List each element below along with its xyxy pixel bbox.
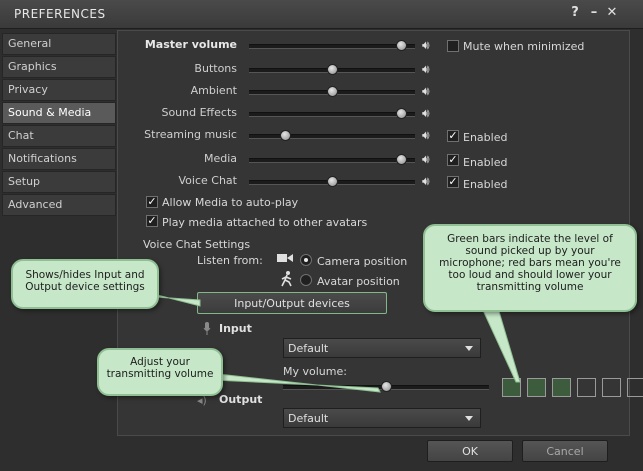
window-title: PREFERENCES — [14, 7, 106, 21]
input-device-value: Default — [288, 342, 329, 355]
speaker-icon[interactable]: 🔊︎ — [422, 62, 430, 77]
master-volume-label: Master volume — [144, 38, 237, 51]
slider-knob[interactable] — [326, 64, 338, 75]
media-volume-slider[interactable] — [249, 154, 415, 165]
allow-autoplay-checkbox[interactable]: ✓ — [146, 196, 158, 208]
slider-knob[interactable] — [380, 381, 392, 392]
io-devices-button[interactable]: Input/Output devices — [197, 292, 387, 314]
ambient-volume-label: Ambient — [190, 84, 237, 97]
close-button[interactable]: ✕ — [604, 5, 620, 20]
speaker-icon[interactable]: 🔊︎ — [422, 128, 430, 143]
avatar-position-radio[interactable] — [300, 274, 312, 286]
speaker-icon[interactable]: 🔊︎ — [422, 38, 430, 53]
media-enabled-checkbox[interactable]: ✓ — [447, 154, 459, 166]
speaker-icon[interactable]: 🔊︎ — [422, 106, 430, 121]
walking-avatar-icon — [280, 271, 294, 287]
output-device-value: Default — [288, 412, 329, 425]
level-bar — [527, 378, 546, 397]
output-heading: Output — [219, 393, 263, 406]
io-callout: Shows/hides Input and Output device sett… — [11, 259, 159, 309]
camera-icon — [277, 252, 293, 264]
mute-minimized-label: Mute when minimized — [463, 40, 585, 53]
speaker-icon[interactable]: 🔊︎ — [422, 152, 430, 167]
level-bar — [602, 378, 621, 397]
camera-position-radio[interactable] — [300, 254, 312, 266]
effects-volume-label: Sound Effects — [161, 106, 237, 119]
play-attached-label: Play media attached to other avatars — [162, 216, 368, 229]
level-bar — [577, 378, 596, 397]
streaming-volume-label: Streaming music — [144, 128, 237, 141]
tab-sound-media[interactable]: Sound & Media — [2, 102, 116, 124]
voice-settings-heading: Voice Chat Settings — [143, 238, 251, 251]
effects-volume-slider[interactable] — [249, 108, 415, 119]
play-attached-checkbox[interactable]: ✓ — [146, 215, 158, 227]
media-enabled-label: Enabled — [463, 156, 508, 169]
cancel-button[interactable]: Cancel — [522, 440, 608, 462]
streaming-enabled-label: Enabled — [463, 131, 508, 144]
voice-enabled-label: Enabled — [463, 178, 508, 191]
my-volume-slider[interactable] — [283, 381, 489, 392]
minimize-button[interactable]: – — [586, 5, 602, 20]
voice-volume-label: Voice Chat — [178, 174, 237, 187]
buttons-volume-slider[interactable] — [249, 64, 415, 75]
speaker-icon[interactable]: 🔊︎ — [422, 84, 430, 99]
tab-chat[interactable]: Chat — [2, 125, 116, 147]
input-heading: Input — [219, 322, 252, 335]
camera-position-label: Camera position — [317, 255, 408, 268]
chevron-down-icon — [465, 416, 473, 421]
voice-volume-slider[interactable] — [249, 176, 415, 187]
level-bars-callout: Green bars indicate the level of sound p… — [423, 224, 637, 312]
tab-advanced[interactable]: Advanced — [2, 194, 116, 216]
voice-enabled-checkbox[interactable]: ✓ — [447, 176, 459, 188]
tab-graphics[interactable]: Graphics — [2, 56, 116, 78]
streaming-volume-slider[interactable] — [249, 130, 415, 141]
master-volume-slider[interactable] — [249, 40, 415, 51]
ok-button[interactable]: OK — [427, 440, 513, 462]
mute-minimized-checkbox[interactable] — [447, 40, 459, 52]
level-bar — [552, 378, 571, 397]
speaker-icon[interactable]: 🔊︎ — [422, 174, 430, 189]
level-bar — [502, 378, 521, 397]
ambient-volume-slider[interactable] — [249, 86, 415, 97]
level-bar — [627, 378, 643, 397]
buttons-volume-label: Buttons — [194, 62, 237, 75]
slider-knob[interactable] — [326, 176, 338, 187]
streaming-enabled-checkbox[interactable]: ✓ — [447, 130, 459, 142]
media-volume-label: Media — [203, 152, 237, 165]
input-device-select[interactable]: Default — [283, 338, 481, 358]
tab-notifications[interactable]: Notifications — [2, 148, 116, 170]
tab-general[interactable]: General — [2, 33, 116, 55]
volume-callout: Adjust your transmitting volume — [97, 348, 223, 396]
microphone-icon — [203, 322, 211, 336]
my-volume-label: My volume: — [283, 365, 347, 378]
tab-setup[interactable]: Setup — [2, 171, 116, 193]
listen-from-label: Listen from: — [197, 254, 263, 267]
help-button[interactable]: ? — [567, 5, 583, 20]
voice-level-indicator — [502, 378, 643, 398]
tab-privacy[interactable]: Privacy — [2, 79, 116, 101]
avatar-position-label: Avatar position — [317, 275, 400, 288]
slider-knob[interactable] — [280, 130, 291, 141]
allow-autoplay-label: Allow Media to auto-play — [162, 196, 299, 209]
output-device-select[interactable]: Default — [283, 408, 481, 428]
chevron-down-icon — [465, 346, 473, 351]
slider-knob[interactable] — [326, 86, 338, 97]
